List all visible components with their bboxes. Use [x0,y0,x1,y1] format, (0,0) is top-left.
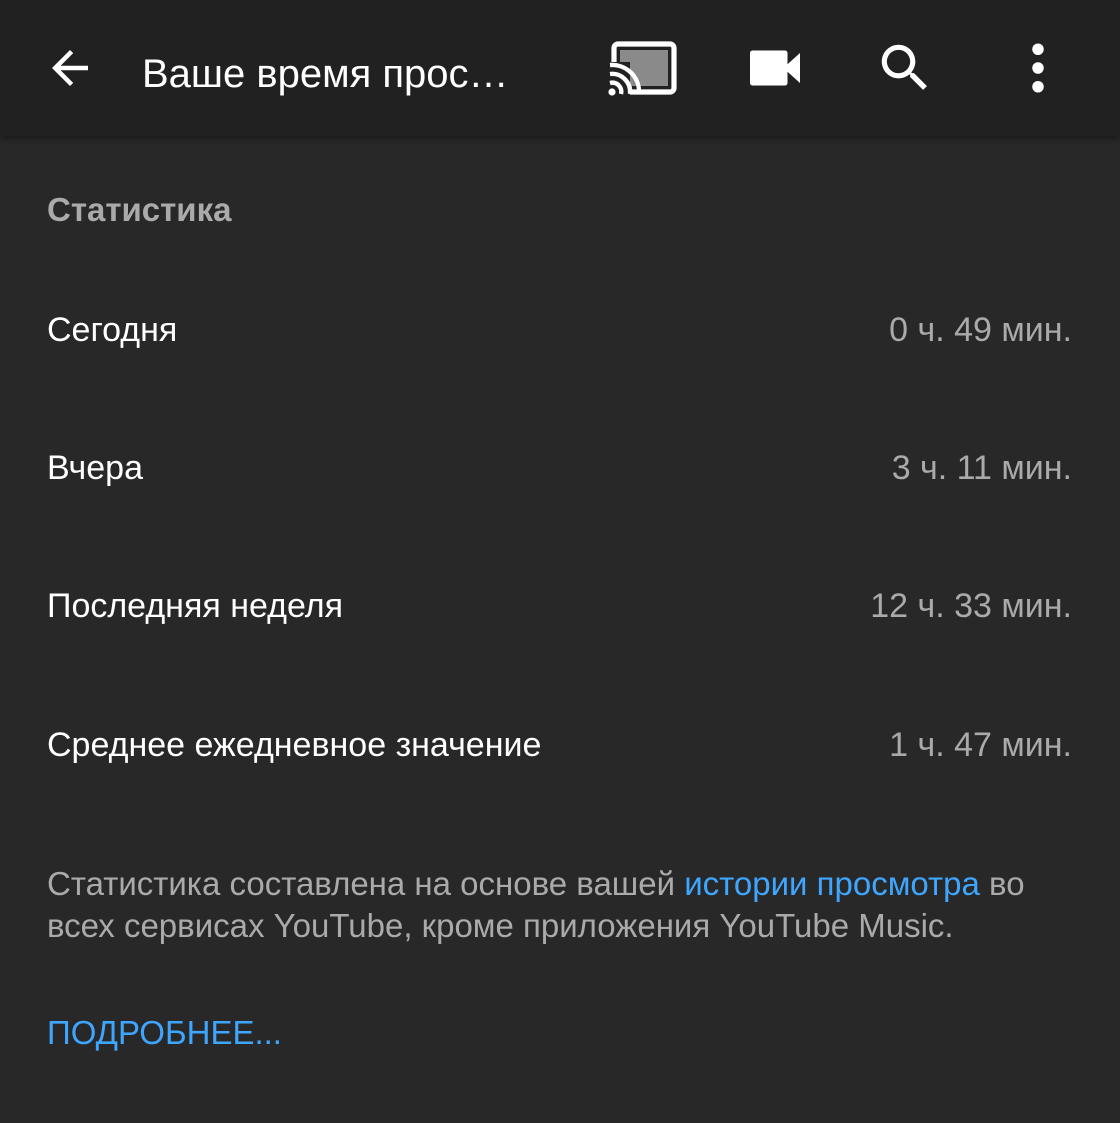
top-app-bar: Ваше время прос… [0,0,1120,136]
arrow-back-icon [52,50,88,86]
watch-time-screen: Ваше время прос… Статистика Сегодня 0 ч.… [0,0,1120,1123]
stat-row-daily-average: Среднее ежедневное значение 1 ч. 47 мин. [0,705,1120,785]
cast-button[interactable] [602,28,682,108]
search-button[interactable] [865,28,945,108]
stat-row-yesterday: Вчера 3 ч. 11 мин. [0,428,1120,508]
stat-value: 12 ч. 33 мин. [870,587,1072,625]
stat-label: Последняя неделя [47,587,344,625]
watch-history-link[interactable]: истории просмотра [684,865,980,902]
video-camera-icon [750,50,800,86]
upload-video-button[interactable] [735,28,815,108]
cast-icon [606,41,677,98]
stat-row-last-week: Последняя неделя 12 ч. 33 мин. [0,566,1120,646]
statistics-section-header: Статистика [47,191,232,228]
stat-value: 1 ч. 47 мин. [889,726,1072,764]
learn-more-link[interactable]: ПОДРОБНЕЕ... [47,1012,282,1054]
stat-label: Сегодня [47,311,178,349]
stat-label: Среднее ежедневное значение [47,726,542,764]
stat-value: 3 ч. 11 мин. [891,449,1072,487]
stat-value: 0 ч. 49 мин. [889,311,1072,349]
stat-row-today: Сегодня 0 ч. 49 мин. [0,290,1120,370]
footnote-prefix: Статистика составлена на основе вашей [47,865,685,902]
more-options-button[interactable] [998,28,1078,108]
stat-label: Вчера [47,449,143,487]
page-title: Ваше время прос… [142,52,509,96]
back-button[interactable] [30,28,110,108]
more-vert-icon [1032,43,1044,93]
statistics-footnote: Статистика составлена на основе вашей ис… [47,863,1077,947]
search-icon [881,44,927,90]
